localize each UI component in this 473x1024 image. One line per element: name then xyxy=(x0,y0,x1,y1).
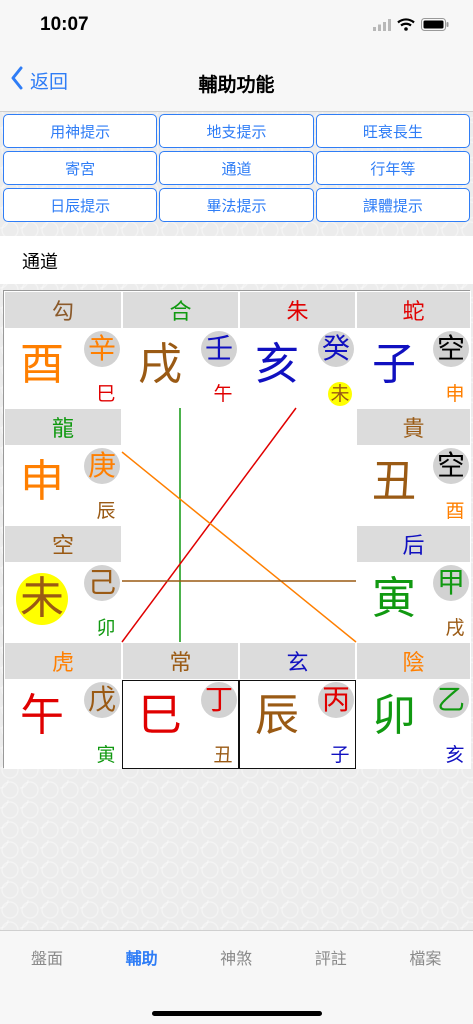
selected-function-bar: 通道 xyxy=(0,236,473,284)
home-indicator xyxy=(152,1011,322,1016)
earthly-branch: 亥 xyxy=(445,744,465,766)
highlight-frame xyxy=(122,680,239,769)
earthly-branch: 巳 xyxy=(96,383,116,405)
palace-body: 未己卯 xyxy=(4,563,122,642)
hidden-stem: 壬 xyxy=(201,331,237,367)
function-button-4[interactable]: 通道 xyxy=(159,151,314,185)
function-button-2[interactable]: 旺衰長生 xyxy=(315,114,470,148)
highlight-frame xyxy=(239,680,356,769)
tab-1[interactable]: 輔助 xyxy=(95,945,189,969)
general-name: 常 xyxy=(122,642,239,680)
general-name: 朱 xyxy=(239,291,356,329)
palace-cell[interactable]: 合戌壬午 xyxy=(122,291,239,408)
palace-body: 戌壬午 xyxy=(122,329,239,408)
function-button-8[interactable]: 課體提示 xyxy=(315,188,470,222)
page-title: 輔助功能 xyxy=(198,74,275,96)
palace-cell[interactable]: 貴丑空酉 xyxy=(356,408,471,525)
palace-body: 酉辛巳 xyxy=(4,329,122,408)
palace-cell[interactable]: 玄辰丙子 xyxy=(239,642,356,769)
hidden-stem: 己 xyxy=(84,565,120,601)
palace-cell[interactable]: 虎午戊寅 xyxy=(4,642,122,769)
signal-icon xyxy=(373,16,391,35)
heavenly-branch: 亥 xyxy=(255,339,299,390)
palace-cell[interactable]: 后寅甲戌 xyxy=(356,525,471,642)
status-icons xyxy=(373,16,449,35)
battery-icon xyxy=(421,16,449,35)
heavenly-branch: 午 xyxy=(20,690,64,741)
palace-body: 丑空酉 xyxy=(356,446,471,525)
navigation-bar: 返回 輔助功能 xyxy=(0,52,473,112)
general-name: 空 xyxy=(4,525,122,563)
general-name: 玄 xyxy=(239,642,356,680)
palace-cell[interactable]: 蛇子空申 xyxy=(356,291,471,408)
general-name: 虎 xyxy=(4,642,122,680)
divination-board: 勾酉辛巳合戌壬午朱亥癸未蛇子空申龍申庚辰貴丑空酉空未己卯后寅甲戌虎午戊寅常巳丁丑… xyxy=(3,290,471,769)
earthly-branch: 寅 xyxy=(96,744,116,766)
general-name: 貴 xyxy=(356,408,471,446)
general-name: 后 xyxy=(356,525,471,563)
function-button-3[interactable]: 寄宮 xyxy=(3,151,158,185)
function-button-0[interactable]: 用神提示 xyxy=(3,114,158,148)
heavenly-branch: 酉 xyxy=(20,339,64,390)
palace-body: 午戊寅 xyxy=(4,680,122,769)
hidden-stem: 癸 xyxy=(318,331,354,367)
general-name: 勾 xyxy=(4,291,122,329)
heavenly-branch: 申 xyxy=(20,456,64,507)
earthly-branch: 未 xyxy=(328,382,352,406)
status-time: 10:07 xyxy=(40,14,89,35)
tab-bar: 盤面 輔助 神煞 評註 檔案 xyxy=(0,930,473,1024)
function-button-1[interactable]: 地支提示 xyxy=(159,114,314,148)
heavenly-branch: 戌 xyxy=(138,339,182,390)
wifi-icon xyxy=(397,16,415,35)
general-name: 蛇 xyxy=(356,291,471,329)
heavenly-branch: 未 xyxy=(16,573,68,625)
tab-4[interactable]: 檔案 xyxy=(378,945,472,969)
function-button-5[interactable]: 行年等 xyxy=(315,151,470,185)
status-bar: 10:07 xyxy=(0,0,473,52)
tab-3[interactable]: 評註 xyxy=(284,945,378,969)
earthly-branch: 酉 xyxy=(445,500,465,522)
selected-function-label: 通道 xyxy=(22,252,58,273)
hidden-stem: 甲 xyxy=(433,565,469,601)
general-name: 合 xyxy=(122,291,239,329)
earthly-branch: 午 xyxy=(213,383,233,405)
palace-body: 申庚辰 xyxy=(4,446,122,525)
palace-body: 子空申 xyxy=(356,329,471,408)
earthly-branch: 戌 xyxy=(445,617,465,639)
palace-body: 寅甲戌 xyxy=(356,563,471,642)
hidden-stem: 乙 xyxy=(433,682,469,718)
general-name: 陰 xyxy=(356,642,471,680)
palace-cell[interactable]: 空未己卯 xyxy=(4,525,122,642)
palace-body: 亥癸未 xyxy=(239,329,356,408)
heavenly-branch: 寅 xyxy=(372,573,416,624)
general-name: 龍 xyxy=(4,408,122,446)
palace-cell[interactable]: 龍申庚辰 xyxy=(4,408,122,525)
palace-cell[interactable]: 朱亥癸未 xyxy=(239,291,356,408)
earthly-branch: 申 xyxy=(445,383,465,405)
hidden-stem: 戊 xyxy=(84,682,120,718)
hidden-stem: 空 xyxy=(433,331,469,367)
function-button-6[interactable]: 日辰提示 xyxy=(3,188,158,222)
earthly-branch: 卯 xyxy=(96,617,116,639)
tab-2[interactable]: 神煞 xyxy=(189,945,283,969)
hidden-stem: 空 xyxy=(433,448,469,484)
function-button-7[interactable]: 畢法提示 xyxy=(159,188,314,222)
palace-cell[interactable]: 勾酉辛巳 xyxy=(4,291,122,408)
heavenly-branch: 卯 xyxy=(372,690,416,741)
palace-cell[interactable]: 常巳丁丑 xyxy=(122,642,239,769)
hidden-stem: 庚 xyxy=(84,448,120,484)
earthly-branch: 辰 xyxy=(96,500,116,522)
tab-0[interactable]: 盤面 xyxy=(0,945,94,969)
palace-body: 卯乙亥 xyxy=(356,680,471,769)
hidden-stem: 辛 xyxy=(84,331,120,367)
function-button-grid: 用神提示 地支提示 旺衰長生寄宮 通道 行年等日辰提示 畢法提示 課體提示 xyxy=(3,114,470,222)
heavenly-branch: 丑 xyxy=(372,456,416,507)
board-center xyxy=(122,407,356,641)
heavenly-branch: 子 xyxy=(372,339,416,390)
palace-cell[interactable]: 陰卯乙亥 xyxy=(356,642,471,769)
